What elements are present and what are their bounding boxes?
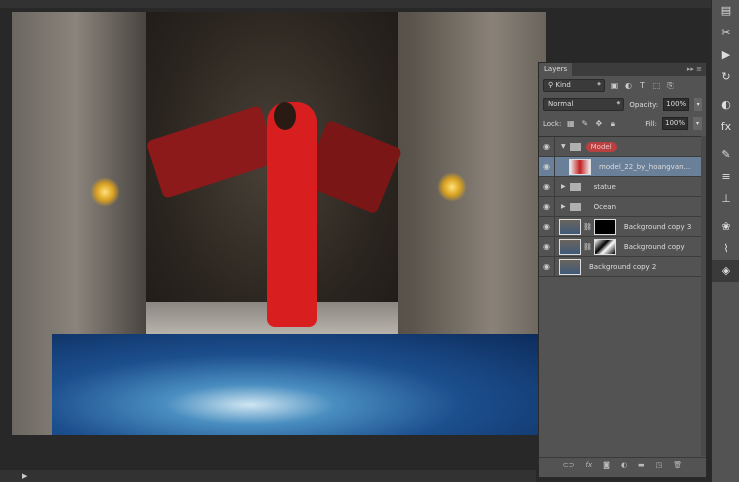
- paths-icon[interactable]: ⌇: [712, 238, 739, 260]
- type-filter-icon[interactable]: T: [638, 81, 647, 90]
- tab-layers[interactable]: Layers: [539, 63, 573, 76]
- fill-label: Fill:: [645, 119, 657, 128]
- history-brush-icon[interactable]: ↻: [712, 66, 739, 88]
- layer-name: statue: [593, 182, 616, 191]
- expand-triangle-icon[interactable]: ▶: [561, 183, 566, 190]
- layer-name: Background copy: [623, 242, 685, 251]
- document-canvas[interactable]: [12, 12, 546, 435]
- lock-label: Lock:: [543, 119, 562, 128]
- model-figure: [267, 102, 317, 327]
- visibility-eye-icon[interactable]: ◉: [539, 257, 555, 276]
- ocean-image: [52, 334, 546, 435]
- channels-icon[interactable]: ❀: [712, 216, 739, 238]
- layer-group-model[interactable]: ◉ ▼ Model: [539, 137, 701, 157]
- status-menu-arrow-icon[interactable]: ▶: [22, 472, 27, 480]
- model-head: [274, 102, 296, 130]
- blend-row: Normal Opacity: 100% ▾: [539, 95, 706, 114]
- folder-icon[interactable]: ▬: [638, 461, 645, 469]
- mask-icon[interactable]: ◙: [603, 461, 610, 469]
- filter-kind-select[interactable]: ⚲ Kind: [543, 79, 605, 92]
- blend-mode-select[interactable]: Normal: [543, 98, 625, 111]
- lock-paint-icon[interactable]: ✎: [580, 119, 589, 128]
- layer-background-copy-2[interactable]: ◉ Background copy 2: [539, 257, 701, 277]
- layer-name: Model: [585, 141, 617, 152]
- smart-object-filter-icon[interactable]: ⎘: [666, 81, 675, 90]
- fill-field[interactable]: 100%: [662, 117, 688, 130]
- shape-filter-icon[interactable]: ⬚: [652, 81, 661, 90]
- filter-kind-label: Kind: [555, 81, 571, 89]
- layers-panel-icon[interactable]: ◈: [712, 260, 739, 282]
- visibility-eye-icon[interactable]: ◉: [539, 137, 555, 156]
- lock-all-icon[interactable]: 🔒︎: [608, 119, 617, 128]
- layers-scrollbar[interactable]: [701, 136, 706, 456]
- styles-icon[interactable]: fx: [712, 116, 739, 138]
- lamp-glow-left: [90, 177, 120, 207]
- filter-row: ⚲ Kind ▣ ◐ T ⬚ ⎘: [539, 76, 706, 95]
- visibility-eye-icon[interactable]: ◉: [539, 237, 555, 256]
- image-filter-icon[interactable]: ▣: [610, 81, 619, 90]
- lock-transparency-icon[interactable]: ▦: [566, 119, 575, 128]
- top-bar: [0, 0, 739, 8]
- layer-mask-thumbnail[interactable]: [593, 238, 616, 255]
- layer-thumbnail: [559, 258, 581, 275]
- fill-dropdown[interactable]: ▾: [693, 117, 702, 130]
- layer-name: Background copy 2: [589, 262, 657, 271]
- layer-thumbnail: [559, 218, 581, 235]
- fx-icon[interactable]: fx: [586, 461, 593, 469]
- new-layer-icon[interactable]: ◳: [656, 461, 663, 469]
- layer-name: model_22_by_hoangvan...: [599, 162, 691, 171]
- trash-icon[interactable]: 🗑︎: [673, 461, 682, 469]
- brush-presets-icon[interactable]: ✎: [712, 144, 739, 166]
- actions-play-icon[interactable]: ▶: [712, 44, 739, 66]
- opacity-label: Opacity:: [629, 100, 659, 109]
- chain-link-icon[interactable]: ⛓: [583, 223, 592, 231]
- visibility-eye-icon[interactable]: ◉: [539, 197, 555, 216]
- right-panel-dock: ▤ ✂ ▶ ↻ ◐ fx ✎ ≡ ⊥ ❀ ⌇ ◈: [711, 0, 739, 482]
- adjustment-filter-icon[interactable]: ◐: [624, 81, 633, 90]
- layer-group-statue[interactable]: ◉ ▶ statue: [539, 177, 701, 197]
- folder-icon: [569, 202, 581, 211]
- lock-position-icon[interactable]: ✥: [594, 119, 603, 128]
- layers-panel: Layers ▸▸ ≡ ⚲ Kind ▣ ◐ T ⬚ ⎘ Normal Opac…: [538, 62, 707, 478]
- visibility-eye-icon[interactable]: ◉: [539, 157, 555, 176]
- opacity-field[interactable]: 100%: [663, 98, 690, 111]
- link-icon[interactable]: ⊂⊃: [563, 461, 575, 469]
- layer-mask-thumbnail[interactable]: [593, 218, 616, 235]
- layers-panel-footer: ⊂⊃ fx ◙ ◐ ▬ ◳ 🗑︎: [539, 457, 706, 471]
- folder-icon: [569, 142, 581, 151]
- adjustments-icon[interactable]: ◐: [712, 94, 739, 116]
- lock-row: Lock: ▦ ✎ ✥ 🔒︎ Fill: 100% ▾: [539, 114, 706, 133]
- layer-background-copy[interactable]: ◉ ⛓ Background copy: [539, 237, 701, 257]
- layer-thumbnail: [559, 238, 581, 255]
- status-bar: [0, 470, 536, 482]
- folder-icon: [569, 182, 581, 191]
- brushes-icon[interactable]: ≡: [712, 166, 739, 188]
- layer-group-ocean[interactable]: ◉ ▶ Ocean: [539, 197, 701, 217]
- visibility-eye-icon[interactable]: ◉: [539, 217, 555, 236]
- layer-name: Background copy 3: [623, 222, 692, 231]
- visibility-eye-icon[interactable]: ◉: [539, 177, 555, 196]
- panel-tab-bar: Layers ▸▸ ≡: [539, 63, 706, 76]
- expand-triangle-icon[interactable]: ▼: [561, 143, 566, 150]
- lamp-glow-right: [437, 172, 467, 202]
- adjustment-icon[interactable]: ◐: [621, 461, 627, 469]
- chain-link-icon[interactable]: ⛓: [583, 243, 592, 251]
- tools-icon[interactable]: ✂: [712, 22, 739, 44]
- layers-list: ◉ ▼ Model ◉ model_22_by_hoangvan... ◉ ▶ …: [539, 136, 701, 277]
- layer-thumbnail: [569, 158, 591, 175]
- layer-background-copy-3[interactable]: ◉ ⛓ Background copy 3: [539, 217, 701, 237]
- layer-model-smart-object[interactable]: ◉ model_22_by_hoangvan...: [539, 157, 701, 177]
- layer-name: Ocean: [593, 202, 617, 211]
- panel-menu-icon[interactable]: ▸▸ ≡: [687, 65, 702, 73]
- expand-triangle-icon[interactable]: ▶: [561, 203, 566, 210]
- clone-source-icon[interactable]: ⊥: [712, 188, 739, 210]
- history-icon[interactable]: ▤: [712, 0, 739, 22]
- opacity-dropdown[interactable]: ▾: [694, 98, 702, 111]
